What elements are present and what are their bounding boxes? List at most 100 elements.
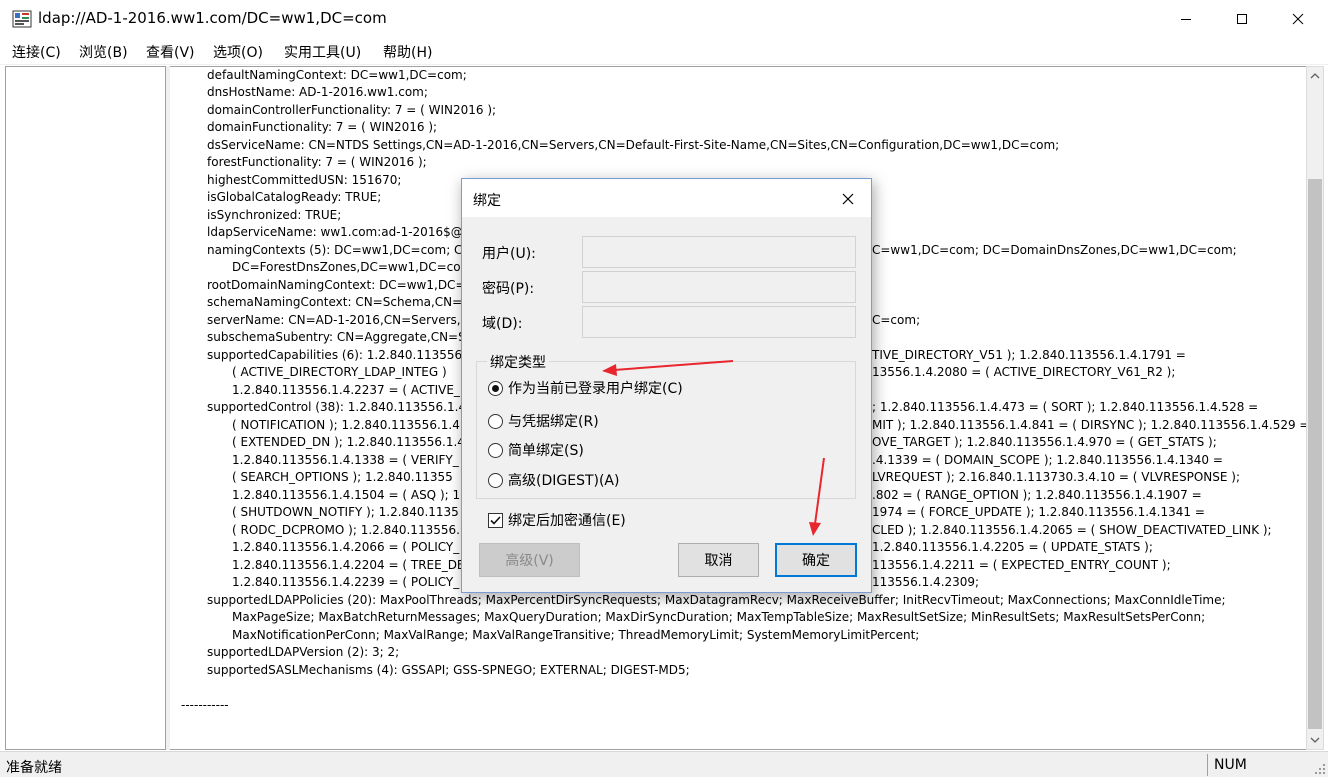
- output-line: rootDomainNamingContext: DC=ww1,DC=: [207, 278, 466, 292]
- dialog-title-bar: 绑定: [462, 179, 871, 217]
- radio-label: 作为当前已登录用户绑定(C): [508, 381, 683, 397]
- bind-dialog: 绑定 用户(U): 密码(P): 域(D): 绑定类型 作为当前已登录用户绑定(…: [461, 178, 872, 593]
- maximize-icon: [1237, 14, 1247, 24]
- close-icon: [1292, 13, 1304, 25]
- output-line: supportedCapabilities (6): 1.2.840.11355…: [207, 348, 466, 362]
- close-button[interactable]: [1275, 0, 1321, 38]
- chevron-down-icon: [1310, 737, 1320, 743]
- output-line: supportedSASLMechanisms (4): GSSAPI; GSS…: [207, 663, 690, 677]
- encrypt-after-bind-checkbox[interactable]: 绑定后加密通信(E): [488, 509, 626, 531]
- menu-view[interactable]: 查看(V): [146, 42, 195, 62]
- dialog-close-button[interactable]: [837, 188, 859, 210]
- output-line-fragment: ; 1.2.840.113556.1.4.473 = ( SORT ); 1.2…: [872, 400, 1259, 414]
- cancel-button[interactable]: 取消: [678, 543, 759, 577]
- output-line: subschemaSubentry: CN=Aggregate,CN=S: [207, 330, 466, 344]
- user-input[interactable]: [582, 236, 856, 268]
- output-line: schemaNamingContext: CN=Schema,CN=C: [207, 295, 471, 309]
- ok-button[interactable]: 确定: [775, 543, 857, 577]
- output-line-fragment: OVE_TARGET ); 1.2.840.113556.1.4.970 = (…: [872, 435, 1217, 449]
- dialog-title: 绑定: [473, 193, 501, 209]
- user-label: 用户(U):: [482, 246, 536, 262]
- output-line: MaxNotificationPerConn; MaxValRange; Max…: [232, 628, 920, 642]
- output-line: supportedControl (38): 1.2.840.113556.1.…: [207, 400, 467, 414]
- radio-button[interactable]: [488, 413, 503, 429]
- num-lock-indicator: NUM: [1214, 757, 1247, 773]
- status-bar: 准备就绪 NUM: [0, 751, 1328, 777]
- menu-browse[interactable]: 浏览(B): [79, 42, 128, 62]
- chevron-up-icon: [1310, 73, 1320, 79]
- output-line: 1.2.840.113556.1.4.1338 = ( VERIFY_: [232, 453, 459, 467]
- output-line-fragment: 13556.1.4.2080 = ( ACTIVE_DIRECTORY_V61_…: [872, 365, 1176, 379]
- scroll-up-button[interactable]: [1307, 67, 1323, 85]
- output-line: highestCommittedUSN: 151670;: [207, 173, 402, 187]
- output-line: domainControllerFunctionality: 7 = ( WIN…: [207, 103, 497, 117]
- status-text: 准备就绪: [6, 760, 62, 776]
- resize-grip-icon[interactable]: [1314, 763, 1326, 775]
- output-line-fragment: CLED ); 1.2.840.113556.1.4.2065 = ( SHOW…: [872, 523, 1272, 537]
- output-line: supportedLDAPPolicies (20): MaxPoolThrea…: [207, 593, 1226, 607]
- radio-bind-credentials[interactable]: 与凭据绑定(R): [488, 410, 599, 432]
- output-separator: -----------: [181, 698, 229, 712]
- tree-pane[interactable]: [5, 66, 166, 750]
- menu-connection[interactable]: 连接(C): [12, 42, 61, 62]
- radio-label: 简单绑定(S): [508, 443, 584, 459]
- menu-help[interactable]: 帮助(H): [383, 42, 432, 62]
- bind-type-legend: 绑定类型: [487, 352, 549, 372]
- radio-button[interactable]: [488, 380, 503, 396]
- output-line: 1.2.840.113556.1.4.2237 = ( ACTIVE_: [232, 383, 460, 397]
- output-line-fragment: MIT ); 1.2.840.113556.1.4.841 = ( DIRSYN…: [872, 418, 1306, 432]
- ldp-app-icon: [12, 10, 32, 28]
- close-icon: [842, 193, 854, 205]
- output-line-fragment: .4.1339 = ( DOMAIN_SCOPE ); 1.2.840.1135…: [872, 453, 1223, 467]
- radio-button[interactable]: [488, 442, 503, 458]
- minimize-button[interactable]: [1163, 0, 1209, 38]
- password-label: 密码(P):: [482, 281, 535, 297]
- output-line: ( RODC_DCPROMO ); 1.2.840.113556.: [232, 523, 460, 537]
- output-line: ( SHUTDOWN_NOTIFY ); 1.2.840.1135: [232, 505, 459, 519]
- output-line: dnsHostName: AD-1-2016.ww1.com;: [207, 85, 428, 99]
- output-line: MaxPageSize; MaxBatchReturnMessages; Max…: [232, 610, 1206, 624]
- radio-simple-bind[interactable]: 简单绑定(S): [488, 439, 584, 461]
- output-line: ( SEARCH_OPTIONS ); 1.2.840.11355: [232, 470, 453, 484]
- advanced-button[interactable]: 高级(V): [479, 543, 580, 577]
- output-line-fragment: TIVE_DIRECTORY_V51 ); 1.2.840.113556.1.4…: [872, 348, 1186, 362]
- output-line: supportedLDAPVersion (2): 3; 2;: [207, 645, 400, 659]
- radio-label: 与凭据绑定(R): [508, 414, 599, 430]
- checkbox[interactable]: [488, 512, 503, 528]
- output-line: 1.2.840.113556.1.4.1504 = ( ASQ ); 1.: [232, 488, 464, 502]
- output-line-fragment: 113556.1.4.2309;: [872, 575, 980, 589]
- menu-utilities[interactable]: 实用工具(U): [284, 42, 361, 62]
- output-line: namingContexts (5): DC=ww1,DC=com; C: [207, 243, 463, 257]
- output-line: domainFunctionality: 7 = ( WIN2016 );: [207, 120, 438, 134]
- radio-button[interactable]: [488, 472, 503, 488]
- radio-bind-current-user[interactable]: 作为当前已登录用户绑定(C): [488, 377, 683, 399]
- output-line-fragment: .802 = ( RANGE_OPTION ); 1.2.840.113556.…: [872, 488, 1202, 502]
- output-line-fragment: C=com;: [872, 313, 921, 327]
- status-divider: [1207, 754, 1208, 776]
- output-line: ( ACTIVE_DIRECTORY_LDAP_INTEG ): [232, 365, 447, 379]
- output-line-fragment: C=ww1,DC=com; DC=DomainDnsZones,DC=ww1,D…: [872, 243, 1237, 257]
- output-line-fragment: LVREQUEST ); 2.16.840.1.113730.3.4.10 = …: [872, 470, 1240, 484]
- vertical-scrollbar[interactable]: [1306, 66, 1324, 750]
- domain-label: 域(D):: [482, 316, 523, 332]
- scroll-down-button[interactable]: [1307, 731, 1323, 749]
- domain-input[interactable]: [582, 306, 856, 338]
- password-input[interactable]: [582, 271, 856, 303]
- radio-advanced-digest[interactable]: 高级(DIGEST)(A): [488, 469, 619, 491]
- maximize-button[interactable]: [1219, 0, 1265, 38]
- output-line-fragment: 113556.1.4.2211 = ( EXPECTED_ENTRY_COUNT…: [872, 558, 1171, 572]
- output-line: isSynchronized: TRUE;: [207, 208, 342, 222]
- menu-options[interactable]: 选项(O): [213, 42, 263, 62]
- output-line: 1.2.840.113556.1.4.2066 = ( POLICY_: [232, 540, 460, 554]
- output-line-fragment: 1974 = ( FORCE_UPDATE ); 1.2.840.113556.…: [872, 505, 1205, 519]
- output-line: ldapServiceName: ww1.com:ad-1-2016$@: [207, 225, 463, 239]
- checkbox-label: 绑定后加密通信(E): [508, 513, 626, 529]
- minimize-icon: [1181, 19, 1191, 20]
- output-line-fragment: 1.2.840.113556.1.4.2205 = ( UPDATE_STATS…: [872, 540, 1153, 554]
- menu-bar: 连接(C) 浏览(B) 查看(V) 选项(O) 实用工具(U) 帮助(H): [0, 38, 1328, 65]
- scroll-thumb[interactable]: [1308, 179, 1322, 729]
- output-line: 1.2.840.113556.1.4.2239 = ( POLICY_: [232, 575, 460, 589]
- radio-label: 高级(DIGEST)(A): [508, 473, 620, 489]
- output-line: ( NOTIFICATION ); 1.2.840.113556.1.4: [232, 418, 460, 432]
- title-bar: ldap://AD-1-2016.ww1.com/DC=ww1,DC=com: [0, 0, 1328, 38]
